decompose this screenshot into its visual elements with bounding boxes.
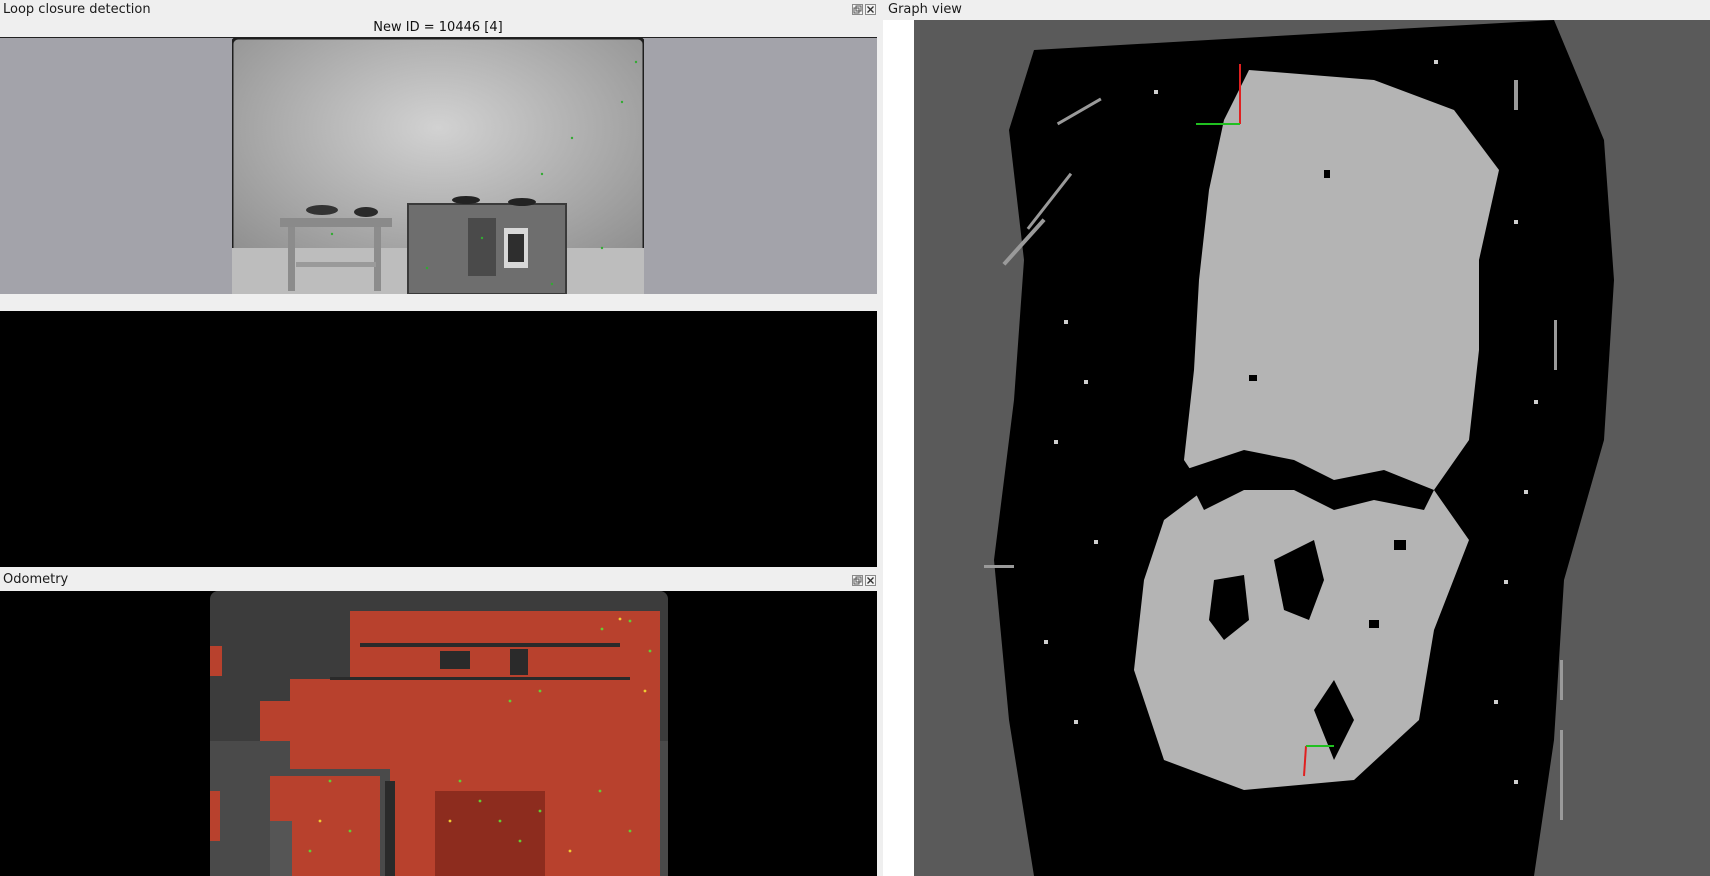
loop-closure-image-view[interactable] bbox=[0, 311, 877, 567]
odometry-float-button[interactable] bbox=[852, 575, 863, 586]
loop-closure-close-button[interactable] bbox=[865, 4, 876, 15]
odometry-image bbox=[210, 591, 668, 876]
new-image-view[interactable] bbox=[0, 37, 877, 295]
occupancy-map bbox=[914, 20, 1710, 876]
close-icon bbox=[867, 6, 874, 13]
odometry-title: Odometry bbox=[0, 570, 878, 590]
float-icon bbox=[853, 5, 862, 14]
new-image bbox=[232, 38, 644, 295]
graph-view-canvas[interactable] bbox=[883, 20, 1710, 876]
odometry-close-button[interactable] bbox=[865, 575, 876, 586]
loop-panels-splitter[interactable] bbox=[0, 294, 877, 311]
loop-closure-float-button[interactable] bbox=[852, 4, 863, 15]
close-icon bbox=[867, 577, 874, 584]
loop-closure-title: Loop closure detection bbox=[0, 0, 878, 20]
odometry-image-view[interactable] bbox=[0, 591, 877, 876]
graph-view-title: Graph view bbox=[885, 0, 1710, 20]
float-icon bbox=[853, 576, 862, 585]
new-id-label: New ID = 10446 [4] bbox=[373, 20, 503, 35]
